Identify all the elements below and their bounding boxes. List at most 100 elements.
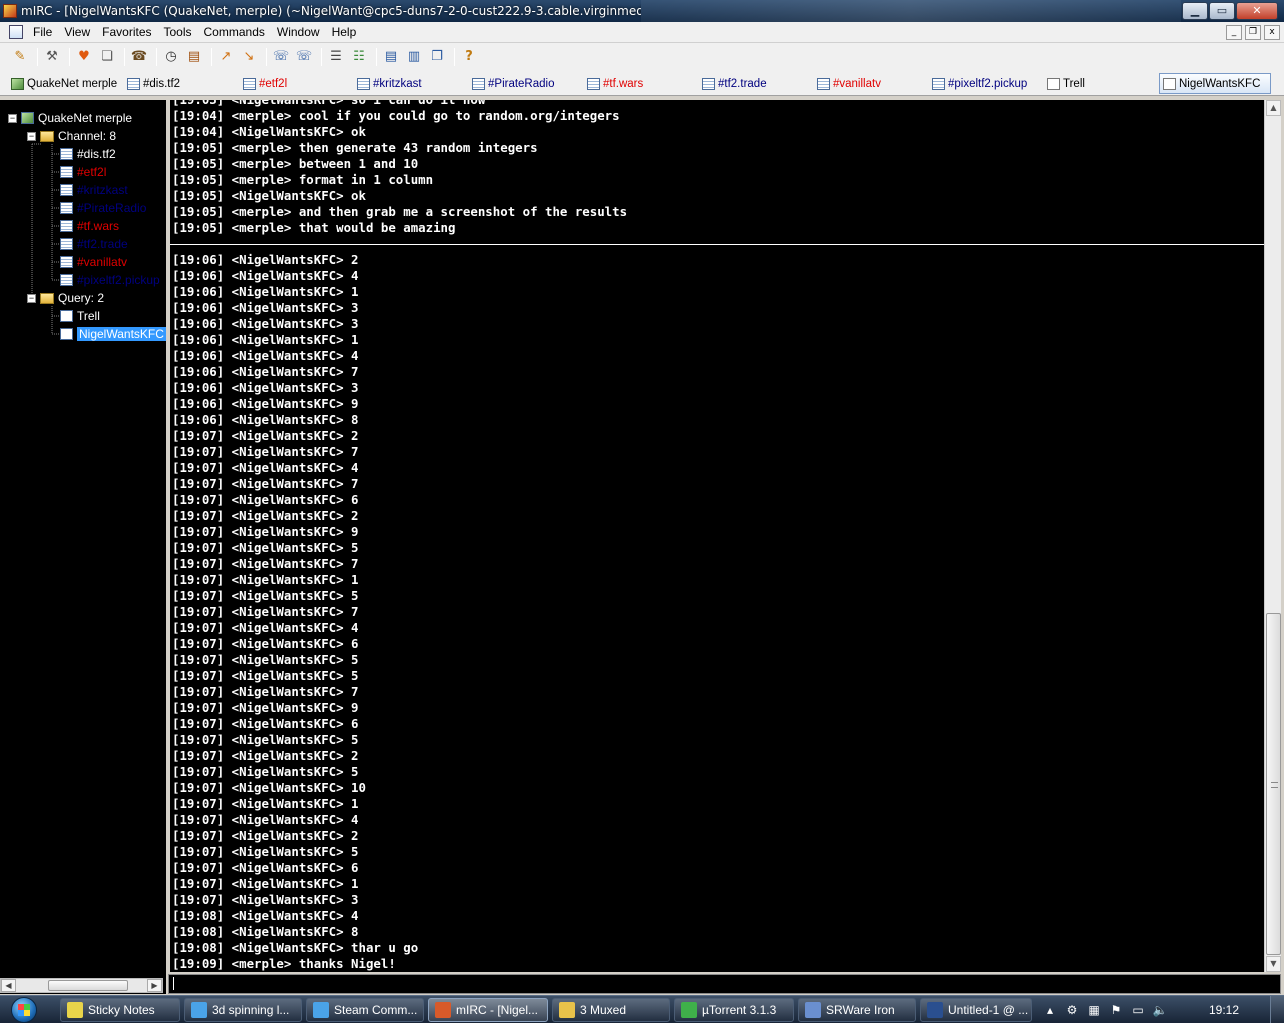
tree-channel-pirateradio[interactable]: #PirateRadio xyxy=(60,199,146,217)
scroll-right-button[interactable]: ▶ xyxy=(147,979,162,992)
photoshop-untitled-icon xyxy=(927,1002,943,1018)
taskbar-button-sticky-notes[interactable]: Sticky Notes xyxy=(60,998,180,1022)
taskbar-button-chrome-steam-community[interactable]: Steam Comm... xyxy=(306,998,424,1022)
tree-query-nigelwantskfc[interactable]: NigelWantsKFC xyxy=(60,325,166,343)
switchbar-tab-label: #tf.wars xyxy=(603,77,644,90)
switchbar-tab-tf2-trade[interactable]: #tf2.trade xyxy=(702,74,767,93)
maximize-button[interactable]: ▭ xyxy=(1209,2,1235,20)
switchbar-tab-pixeltf2-pickup[interactable]: #pixeltf2.pickup xyxy=(932,74,1027,93)
chat-window[interactable]: [19:03] <NigelWantsKFC> so i can do it n… xyxy=(170,100,1264,972)
tree-group-label: Channel: 8 xyxy=(58,129,117,143)
mdi-close-button[interactable]: x xyxy=(1264,24,1280,40)
options-icon[interactable]: ⚒ xyxy=(42,47,62,67)
scroll-left-button[interactable]: ◀ xyxy=(1,979,16,992)
mdi-minimize-button[interactable]: _ xyxy=(1226,24,1242,40)
menu-tools[interactable]: Tools xyxy=(160,25,200,39)
switchbar-tab-dis-tf2[interactable]: #dis.tf2 xyxy=(127,74,180,93)
tree-channel-tf2-trade[interactable]: #tf2.trade xyxy=(60,235,128,253)
taskbar-button-folder-3-muxed[interactable]: 3 Muxed xyxy=(552,998,670,1022)
menu-file[interactable]: File xyxy=(29,25,60,39)
collapse-icon[interactable]: − xyxy=(27,293,36,303)
tree-channel-etf2l[interactable]: #etf2l xyxy=(60,163,106,181)
switchbar-tab-pirateradio[interactable]: #PirateRadio xyxy=(472,74,554,93)
switchbar-tab-tf-wars[interactable]: #tf.wars xyxy=(587,74,643,93)
switchbar-tab-vanillatv[interactable]: #vanillatv xyxy=(817,74,881,93)
menu-favorites[interactable]: Favorites xyxy=(98,25,159,39)
clock[interactable]: 19:12 xyxy=(1209,1003,1239,1017)
taskbar-button-utorrent[interactable]: µTorrent 3.1.3 xyxy=(674,998,794,1022)
switchbar-tab-trell[interactable]: Trell xyxy=(1047,74,1085,93)
window-system-menu-icon[interactable] xyxy=(9,25,23,39)
switchbar-tab-nigelwantskfc[interactable]: NigelWantsKFC xyxy=(1159,73,1272,94)
timer-icon[interactable]: ◷ xyxy=(161,47,181,67)
chat-vertical-scrollbar[interactable]: ▲ ▼ xyxy=(1264,100,1281,972)
start-button[interactable] xyxy=(3,996,45,1023)
switchbar-tab-etf2l[interactable]: #etf2l xyxy=(243,74,287,93)
close-button[interactable]: ✕ xyxy=(1236,2,1278,20)
tile-horizontal-icon[interactable]: ▤ xyxy=(381,47,401,67)
taskbar-button-srware-iron[interactable]: SRWare Iron xyxy=(798,998,916,1022)
tree-channel-tf-wars[interactable]: #tf.wars xyxy=(60,217,119,235)
minimize-button[interactable]: ▁ xyxy=(1182,2,1208,20)
chat-line: [19:07] <NigelWantsKFC> 5 xyxy=(172,652,359,667)
tile-vertical-icon[interactable]: ▥ xyxy=(404,47,424,67)
action-center-flag-icon[interactable]: ⚑ xyxy=(1108,1002,1124,1018)
tree-channel-label: #vanillatv xyxy=(77,255,128,269)
switchbar-tab-kritzkast[interactable]: #kritzkast xyxy=(357,74,422,93)
collapse-icon[interactable]: − xyxy=(8,113,17,123)
chat-icon[interactable]: ☏ xyxy=(271,47,291,67)
switchbar-tab-label: #vanillatv xyxy=(833,77,881,90)
line-marker xyxy=(170,244,1264,245)
show-hidden-icons-icon[interactable]: ▴ xyxy=(1042,1002,1058,1018)
help-icon[interactable]: ? xyxy=(459,47,479,67)
mdi-restore-button[interactable]: ❐ xyxy=(1245,24,1261,40)
collapse-icon[interactable]: − xyxy=(27,131,36,141)
dcc-chat-icon[interactable]: ☏ xyxy=(294,47,314,67)
scripts-editor-icon[interactable]: ▤ xyxy=(184,47,204,67)
cascade-icon[interactable]: ❐ xyxy=(427,47,447,67)
connect-icon[interactable]: ✎ xyxy=(10,47,30,67)
send-file-icon[interactable]: ↗ xyxy=(216,47,236,67)
tree-channel-pixeltf2-pickup[interactable]: #pixeltf2.pickup xyxy=(60,271,160,289)
mirc-app-icon[interactable] xyxy=(3,4,17,18)
organize-favorites-icon[interactable]: ❏ xyxy=(97,47,117,67)
menu-commands[interactable]: Commands xyxy=(200,25,273,39)
steam-tray-icon[interactable]: ⚙ xyxy=(1064,1002,1080,1018)
scroll-down-button[interactable]: ▼ xyxy=(1266,956,1281,972)
scroll-thumb[interactable] xyxy=(1266,613,1281,955)
tree-server-quakenet[interactable]: − QuakeNet merple xyxy=(8,109,132,127)
treebar-horizontal-scrollbar[interactable]: ◀ ▶ xyxy=(0,978,163,993)
url-list-icon[interactable]: ☷ xyxy=(349,47,369,67)
favorites-icon[interactable]: ♥ xyxy=(74,47,94,67)
notify-list-icon[interactable]: ☰ xyxy=(326,47,346,67)
get-file-icon[interactable]: ↘ xyxy=(239,47,259,67)
menu-view[interactable]: View xyxy=(60,25,98,39)
message-input[interactable] xyxy=(168,974,1281,994)
tree-channel-dis-tf2[interactable]: #dis.tf2 xyxy=(60,145,116,163)
taskbar-button-mirc[interactable]: mIRC - [Nigel... xyxy=(428,998,548,1022)
window-controls: ▁ ▭ ✕ xyxy=(1181,2,1278,20)
menu-window[interactable]: Window xyxy=(273,25,328,39)
show-desktop-button[interactable] xyxy=(1270,996,1284,1023)
chat-line: [19:07] <NigelWantsKFC> 9 xyxy=(172,524,359,539)
tree-query-trell[interactable]: Trell xyxy=(60,307,100,325)
network-icon[interactable]: ▭ xyxy=(1130,1002,1146,1018)
tree-channel-kritzkast[interactable]: #kritzkast xyxy=(60,181,128,199)
tree-channel-label: #etf2l xyxy=(77,165,107,179)
menu-help[interactable]: Help xyxy=(328,25,365,39)
taskbar-button-photoshop-untitled[interactable]: Untitled-1 @ ... xyxy=(920,998,1032,1022)
address-book-icon[interactable]: ☎ xyxy=(129,47,149,67)
volume-icon[interactable]: 🔈 xyxy=(1152,1002,1168,1018)
tree-channel-group[interactable]: − Channel: 8 xyxy=(27,127,116,145)
taskbar-button-chrome-3d-spinning[interactable]: 3d spinning l... xyxy=(184,998,302,1022)
chat-line: [19:07] <NigelWantsKFC> 5 xyxy=(172,588,359,603)
chat-line: [19:07] <NigelWantsKFC> 5 xyxy=(172,844,359,859)
switchbar-tab-quakenet-merple[interactable]: QuakeNet merple xyxy=(11,74,117,93)
scroll-thumb[interactable] xyxy=(48,980,128,991)
scroll-up-button[interactable]: ▲ xyxy=(1266,100,1281,116)
mirc-tray-icon[interactable]: ▦ xyxy=(1086,1002,1102,1018)
tree-channel-vanillatv[interactable]: #vanillatv xyxy=(60,253,127,271)
window-title: mIRC - [NigelWantsKFC (QuakeNet, merple)… xyxy=(21,4,641,18)
chat-line: [19:07] <NigelWantsKFC> 6 xyxy=(172,860,359,875)
tree-query-group[interactable]: − Query: 2 xyxy=(27,289,104,307)
